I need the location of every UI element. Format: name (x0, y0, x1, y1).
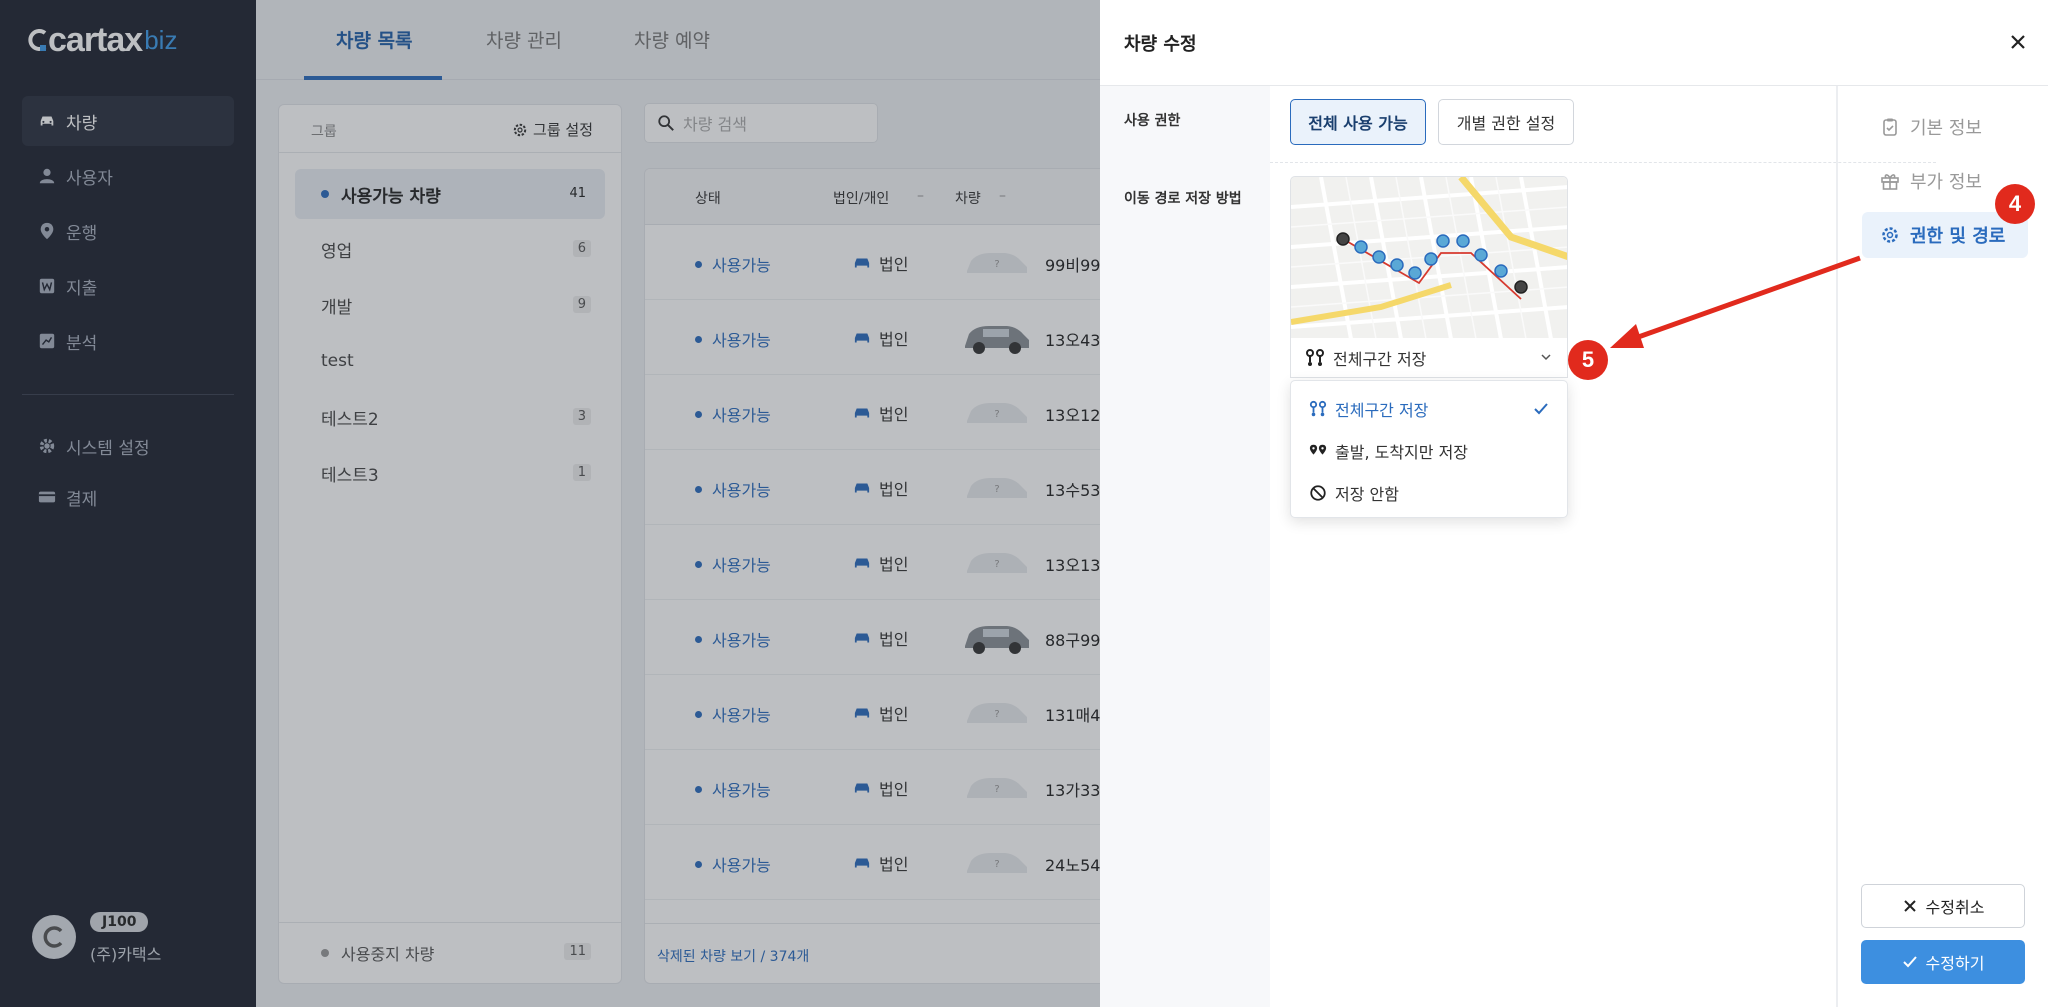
clipboard-icon (1883, 118, 1897, 136)
annotation-arrow (1610, 255, 1861, 348)
dialog-title: 차량 수정 (1124, 34, 1197, 55)
route-option-label: 저장 안함 (1335, 485, 1399, 504)
field-label-column (1100, 86, 1270, 1007)
permission-all-button[interactable]: 전체 사용 가능 (1290, 99, 1426, 145)
prohibited-icon (1310, 485, 1326, 501)
route-icon (1306, 348, 1324, 366)
checkmark-icon (1534, 403, 1548, 415)
step-4-badge: 4 (1995, 184, 2035, 224)
route-option-all[interactable]: 전체구간 저장 (1291, 389, 1567, 429)
dialog-section-nav: 기본 정보 부가 정보 권한 및 경로 (1836, 86, 2048, 1007)
route-save-dropdown: 전체구간 저장 출발, 도착지만 저장 저장 안함 (1290, 380, 1568, 518)
route-save-select[interactable]: 전체구간 저장 (1290, 338, 1568, 378)
route-icon (1309, 400, 1327, 417)
route-option-endpoints[interactable]: 출발, 도착지만 저장 (1291, 431, 1567, 471)
close-button[interactable] (2004, 28, 2032, 56)
route-select-value: 전체구간 저장 (1333, 349, 1427, 369)
route-option-label: 전체구간 저장 (1335, 401, 1429, 420)
section-label: 권한 및 경로 (1910, 226, 2006, 247)
save-edit-button[interactable]: 수정하기 (1861, 940, 2025, 984)
chevron-down-icon (1541, 354, 1551, 361)
close-icon (1903, 900, 1916, 912)
dialog-header: 차량 수정 (1100, 0, 2048, 86)
cancel-edit-label: 수정취소 (1925, 898, 1985, 917)
two-pins-icon (1309, 444, 1327, 455)
checkmark-icon (1902, 956, 1917, 968)
edit-vehicle-dialog: 차량 수정 사용 권한 이동 경로 저장 방법 전체 사용 가능 개별 권한 설… (1100, 0, 2048, 1007)
step-5-badge: 5 (1568, 340, 1608, 380)
gift-icon (1881, 174, 1899, 190)
cancel-edit-button[interactable]: 수정취소 (1861, 884, 2025, 928)
section-label: 기본 정보 (1910, 118, 1982, 139)
map-image (1291, 177, 1567, 338)
section-basic-info[interactable]: 기본 정보 (1862, 104, 2028, 150)
save-edit-label: 수정하기 (1925, 954, 1985, 973)
route-option-label: 출발, 도착지만 저장 (1335, 443, 1469, 462)
route-label: 이동 경로 저장 방법 (1124, 191, 1242, 207)
permission-label: 사용 권한 (1124, 113, 1181, 129)
modal-overlay[interactable] (0, 0, 1100, 1007)
route-map-preview (1290, 176, 1568, 338)
section-label: 부가 정보 (1910, 172, 1982, 193)
permission-individual-button[interactable]: 개별 권한 설정 (1438, 99, 1574, 145)
close-icon (2011, 35, 2025, 49)
gear-icon (1882, 227, 1898, 243)
route-option-none[interactable]: 저장 안함 (1291, 473, 1567, 513)
